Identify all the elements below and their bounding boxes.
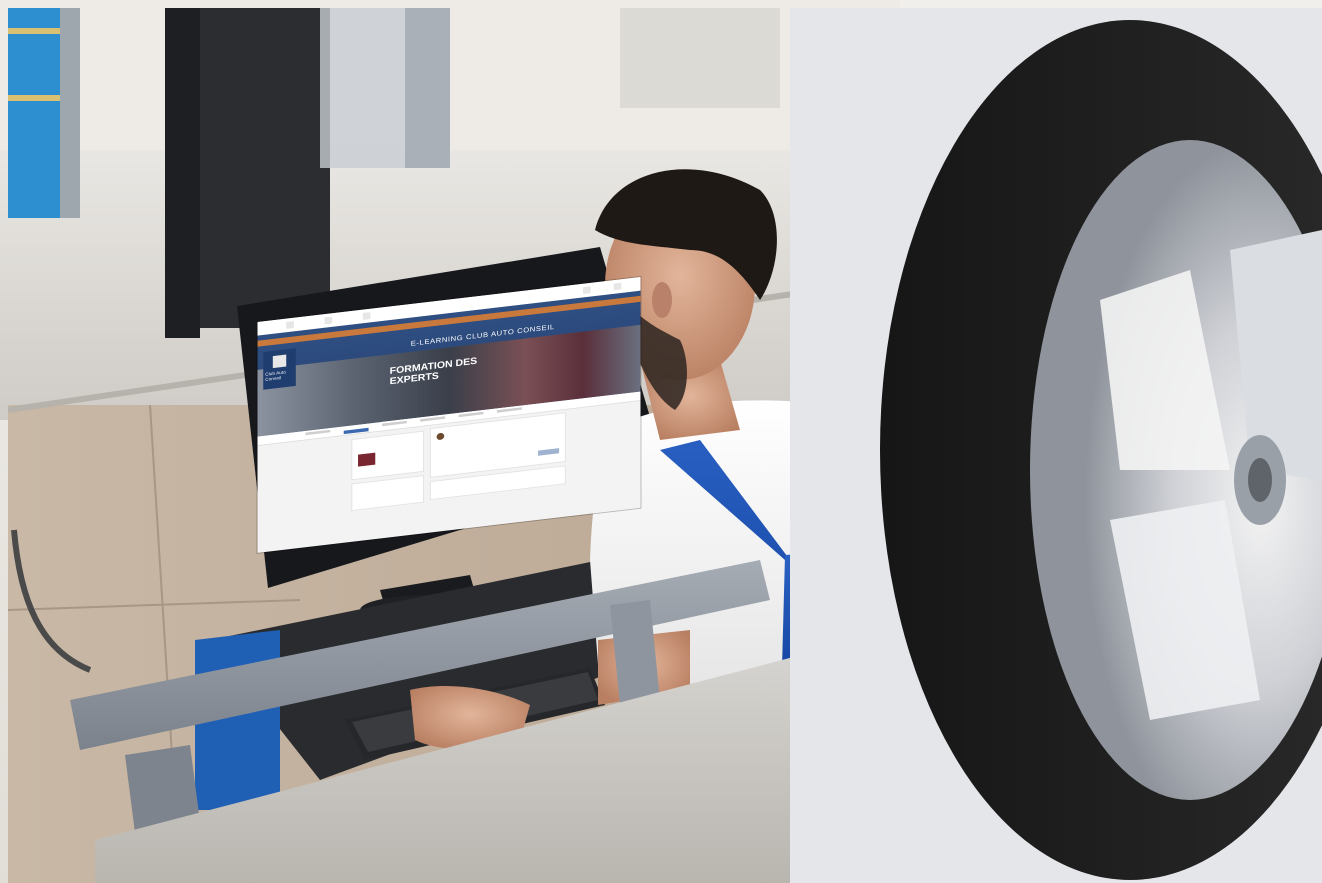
background-photo xyxy=(0,0,1322,883)
photo-scene: Club Auto Conseil E-LEARNING CLUB AUTO C… xyxy=(0,0,1322,883)
